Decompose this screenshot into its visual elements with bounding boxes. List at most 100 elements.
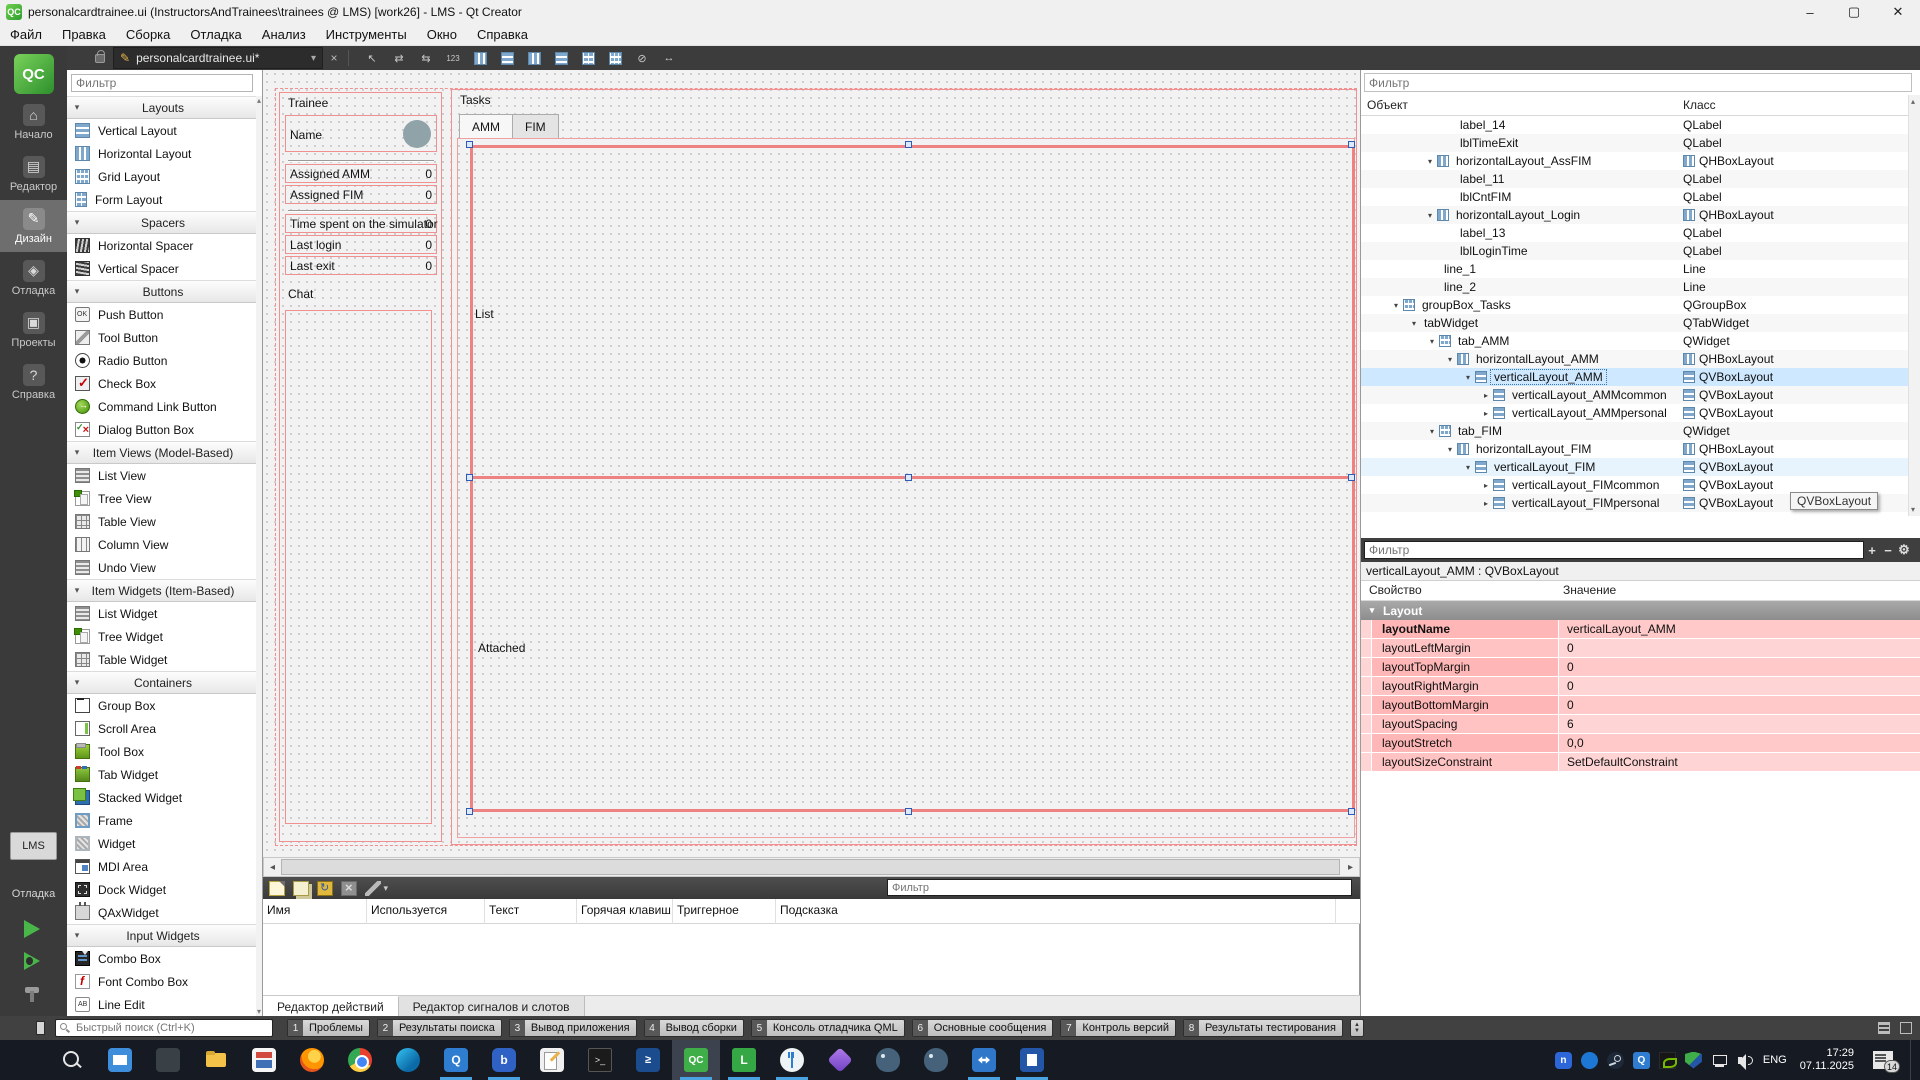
tree-row-lblCntFIM[interactable]: lblCntFIMQLabel [1361,188,1909,206]
pane-spinner[interactable]: ▲▼ [1350,1019,1364,1037]
tray-network-icon[interactable] [1711,1052,1728,1069]
assigned-row[interactable]: Assigned FIM0 [285,185,437,204]
taskbar-edge-icon[interactable] [384,1040,432,1080]
taskbar-explorer-icon[interactable] [192,1040,240,1080]
taskbar-search-icon[interactable] [48,1040,96,1080]
widget-item-horizontal-layout[interactable]: Horizontal Layout [67,142,257,165]
menu-item-Сборка[interactable]: Сборка [116,25,181,44]
pane-button-3[interactable]: 3Вывод приложения [509,1019,637,1037]
language-indicator[interactable]: ENG [1763,1054,1787,1066]
tree-row-horizontalLayout_AssFIM[interactable]: ▾horizontalLayout_AssFIMQHBoxLayout [1361,152,1909,170]
widget-item-dock-widget[interactable]: Dock Widget [67,878,257,901]
build-button[interactable] [24,986,40,1002]
property-value[interactable]: 0 [1559,696,1920,714]
tray-bluetooth-icon[interactable] [1581,1052,1598,1069]
action-column-5[interactable]: Триггерное [673,899,776,924]
layout-vertical-icon[interactable] [497,49,517,67]
property-filter-input[interactable] [1364,541,1864,559]
menu-item-Окно[interactable]: Окно [417,25,467,44]
widget-item-vertical-layout[interactable]: Vertical Layout [67,119,257,142]
menu-item-Анализ[interactable]: Анализ [252,25,316,44]
document-dropdown-icon[interactable]: ▾ [297,53,316,64]
selection-handle[interactable] [466,474,473,481]
tray-volume-icon[interactable] [1737,1052,1754,1069]
widget-item-qaxwidget[interactable]: QAxWidget [67,901,257,924]
tree-row-tab_AMM[interactable]: ▾tab_AMMQWidget [1361,332,1909,350]
taskbar-crystal-icon[interactable] [816,1040,864,1080]
assigned-row[interactable]: Assigned AMM0 [285,164,437,183]
action-filter-input[interactable] [887,879,1352,896]
chevron-right-icon[interactable]: ▸ [1479,409,1493,418]
menu-item-Файл[interactable]: Файл [0,25,52,44]
menu-item-Справка[interactable]: Справка [467,25,538,44]
tree-row-groupBox_Tasks[interactable]: ▾groupBox_TasksQGroupBox [1361,296,1909,314]
taskbar-notes-icon[interactable] [528,1040,576,1080]
scroll-left-icon[interactable]: ◂ [264,858,281,876]
edit-signals-slots-icon[interactable]: ⇄ [389,49,409,67]
widget-item-form-layout[interactable]: Form Layout [67,188,257,211]
taskbar-powershell-icon[interactable]: ≥ [624,1040,672,1080]
property-row-layoutStretch[interactable]: layoutStretch0,0 [1361,734,1920,753]
taskbar-chrome-icon[interactable] [336,1040,384,1080]
widget-item-group-box[interactable]: Group Box [67,694,257,717]
tab-fim[interactable]: FIM [512,114,559,139]
property-value[interactable]: SetDefaultConstraint [1559,753,1920,771]
scroll-right-icon[interactable]: ▸ [1342,858,1359,876]
property-column-header[interactable]: Свойство [1369,583,1422,597]
taskbar-terminal-icon[interactable]: >_ [576,1040,624,1080]
pane-button-1[interactable]: 1Проблемы [287,1019,370,1037]
add-property-button[interactable]: + [1864,543,1880,558]
widget-section-containers[interactable]: ▾Containers [67,671,257,694]
widget-item-grid-layout[interactable]: Grid Layout [67,165,257,188]
taskbar-remote-icon[interactable] [960,1040,1008,1080]
layout-grid-icon[interactable] [605,49,625,67]
widget-item-dialog-button-box[interactable]: Dialog Button Box [67,418,257,441]
widget-section-buttons[interactable]: ▾Buttons [67,280,257,303]
property-row-layoutRightMargin[interactable]: layoutRightMargin0 [1361,677,1920,696]
widget-box-scrollbar[interactable]: ▴ ▾ [256,96,262,1016]
widget-item-vertical-spacer[interactable]: Vertical Spacer [67,257,257,280]
widget-item-scroll-area[interactable]: Scroll Area [67,717,257,740]
tree-row-label_13[interactable]: label_13QLabel [1361,224,1909,242]
action-column-3[interactable]: Текст [485,899,577,924]
layout-splitter-vertical-icon[interactable] [551,49,571,67]
tree-row-verticalLayout_AMMcommon[interactable]: ▸verticalLayout_AMMcommonQVBoxLayout [1361,386,1909,404]
chevron-down-icon[interactable]: ▾ [1443,445,1457,454]
scroll-up-icon[interactable]: ▴ [1911,97,1915,106]
widget-item-widget[interactable]: Widget [67,832,257,855]
widget-item-tab-widget[interactable]: Tab Widget [67,763,257,786]
widget-item-column-view[interactable]: Column View [67,533,257,556]
maximize-button[interactable]: ▢ [1832,0,1876,24]
property-value[interactable]: 0 [1559,677,1920,695]
widget-item-combo-box[interactable]: Combo Box [67,947,257,970]
layout-section-header[interactable]: ▾ Layout [1361,601,1920,620]
menu-item-Инструменты[interactable]: Инструменты [316,25,417,44]
selection-handle[interactable] [1348,808,1355,815]
selection-handle[interactable] [466,808,473,815]
layout-horizontal-icon[interactable] [470,49,490,67]
tree-row-lblTimeExit[interactable]: lblTimeExitQLabel [1361,134,1909,152]
mode-начало[interactable]: ⌂Начало [0,96,67,148]
close-document-button[interactable]: × [323,51,345,65]
tree-row-tabWidget[interactable]: ▾tabWidgetQTabWidget [1361,314,1909,332]
taskbar-firefox-icon[interactable] [288,1040,336,1080]
property-row-layoutLeftMargin[interactable]: layoutLeftMargin0 [1361,639,1920,658]
locator-input[interactable] [74,1021,269,1035]
layout-form-icon[interactable] [578,49,598,67]
widget-item-list-view[interactable]: List View [67,464,257,487]
taskbar-bapp-icon[interactable]: b [480,1040,528,1080]
mode-справка[interactable]: ?Справка [0,356,67,408]
pane-button-5[interactable]: 5Консоль отладчика QML [751,1019,905,1037]
property-row-layoutTopMargin[interactable]: layoutTopMargin0 [1361,658,1920,677]
trainee-group-box[interactable]: Trainee Name Assigned AMM0Assigned FIM0 … [279,92,442,842]
widget-item-stacked-widget[interactable]: Stacked Widget [67,786,257,809]
taskbar-recipes-icon[interactable] [768,1040,816,1080]
taskbar-postgresql-icon[interactable] [864,1040,912,1080]
mode-дизайн[interactable]: ✎Дизайн [0,200,67,252]
taskbar-qfinder-icon[interactable]: Q [432,1040,480,1080]
locator-search[interactable] [55,1019,273,1037]
notification-center-icon[interactable]: 14 [1873,1051,1893,1069]
tree-row-verticalLayout_AMMpersonal[interactable]: ▸verticalLayout_AMMpersonalQVBoxLayout [1361,404,1909,422]
pane-button-8[interactable]: 8Результаты тестирования [1183,1019,1343,1037]
clock[interactable]: 17:29 07.11.2025 [1800,1047,1854,1073]
